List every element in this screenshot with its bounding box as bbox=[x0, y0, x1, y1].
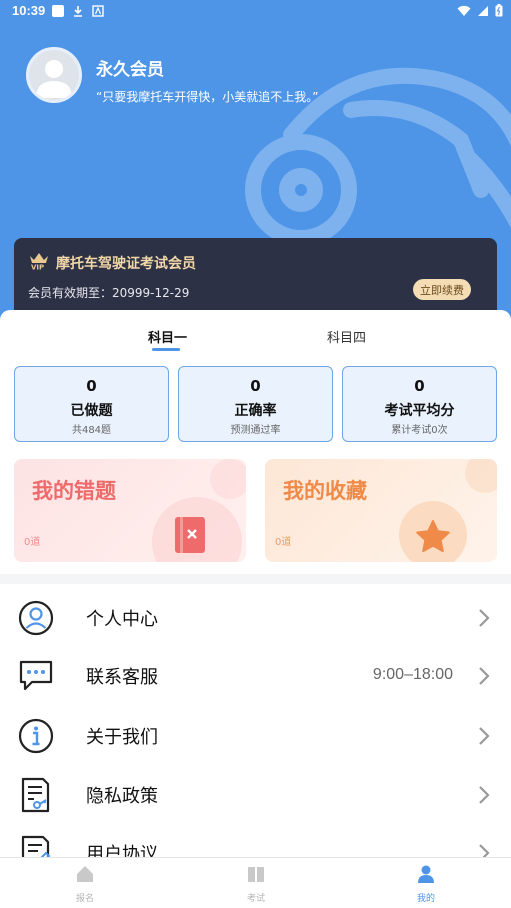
info-icon bbox=[18, 718, 54, 754]
chat-bubble-icon bbox=[19, 660, 53, 691]
nav-label: 我的 bbox=[416, 894, 435, 904]
menu-label: 关于我们 bbox=[86, 727, 158, 748]
active-tab-indicator bbox=[152, 348, 180, 351]
app-notification-icon bbox=[92, 5, 104, 17]
battery-icon bbox=[495, 4, 503, 17]
chevron-right-icon bbox=[479, 609, 490, 627]
favorites-title: 我的收藏 bbox=[283, 479, 367, 503]
menu-label: 联系客服 bbox=[86, 667, 158, 688]
chevron-right-icon bbox=[479, 786, 490, 804]
status-time: 10:39 bbox=[12, 3, 46, 18]
avatar[interactable] bbox=[26, 47, 82, 103]
nav-item-exam[interactable]: 考试 bbox=[226, 864, 286, 904]
stat-label: 已做题 bbox=[70, 403, 113, 419]
stat-value: 0 bbox=[414, 377, 425, 395]
star-icon bbox=[416, 520, 450, 553]
svg-text:VIP: VIP bbox=[31, 264, 44, 271]
chevron-right-icon bbox=[479, 667, 490, 685]
menu-label: 隐私政策 bbox=[86, 786, 158, 807]
chevron-right-icon bbox=[479, 727, 490, 745]
stat-label: 考试平均分 bbox=[384, 403, 455, 419]
nav-item-register[interactable]: 报名 bbox=[55, 864, 115, 904]
nav-item-mine[interactable]: 我的 bbox=[396, 864, 456, 904]
tab-subject-one[interactable]: 科目一 bbox=[148, 327, 187, 346]
stat-subtext: 预测通过率 bbox=[230, 425, 281, 436]
vip-title: 摩托车驾驶证考试会员 bbox=[56, 256, 196, 272]
default-avatar-icon bbox=[29, 50, 79, 100]
notification-square-icon bbox=[52, 5, 64, 17]
stat-subtext: 共484题 bbox=[71, 425, 112, 436]
wifi-icon bbox=[457, 5, 471, 16]
menu-item-privacy-policy[interactable]: 隐私政策 bbox=[0, 764, 511, 824]
study-panel: 科目一 科目四 0 已做题 共484题 0 正确率 预测通过率 0 考试平均分 … bbox=[0, 310, 511, 580]
stat-average-score[interactable]: 0 考试平均分 累计考试0次 bbox=[342, 366, 497, 442]
tab-subject-four[interactable]: 科目四 bbox=[327, 327, 366, 346]
stat-subtext: 累计考试0次 bbox=[391, 425, 448, 436]
stat-answered[interactable]: 0 已做题 共484题 bbox=[14, 366, 169, 442]
profile-header: 10:39 永久会员 “只要我摩托车开得快，小美就追不上我。” VIP 摩托车驾… bbox=[0, 0, 511, 320]
decor-bubble bbox=[465, 459, 497, 493]
home-icon bbox=[77, 866, 93, 882]
stat-label: 正确率 bbox=[234, 403, 277, 419]
favorites-count: 0道 bbox=[275, 537, 292, 548]
book-icon bbox=[248, 867, 264, 882]
wrong-book-icon bbox=[175, 517, 205, 553]
stat-accuracy[interactable]: 0 正确率 预测通过率 bbox=[178, 366, 333, 442]
nav-label: 报名 bbox=[75, 894, 94, 904]
bottom-nav: 报名 考试 我的 bbox=[0, 857, 511, 908]
document-key-icon bbox=[21, 777, 50, 813]
stat-value: 0 bbox=[86, 377, 97, 395]
person-icon bbox=[418, 865, 434, 883]
signal-icon bbox=[478, 5, 488, 16]
menu-item-personal-center[interactable]: 个人中心 bbox=[0, 587, 511, 647]
menu-label: 个人中心 bbox=[86, 609, 158, 630]
vip-membership-card: VIP 摩托车驾驶证考试会员 会员有效期至：20999-12-29 立即续费 bbox=[14, 238, 497, 316]
menu-item-customer-service[interactable]: 联系客服 9:00–18:00 bbox=[0, 645, 511, 705]
renew-button[interactable]: 立即续费 bbox=[413, 279, 471, 300]
username: 永久会员 bbox=[96, 60, 164, 80]
favorites-card[interactable]: 我的收藏 0道 bbox=[265, 459, 497, 562]
nav-label: 考试 bbox=[246, 894, 265, 904]
notification-icons bbox=[52, 5, 104, 17]
user-slogan: “只要我摩托车开得快，小美就追不上我。” bbox=[96, 90, 319, 104]
stat-value: 0 bbox=[250, 377, 261, 395]
wrong-questions-count: 0道 bbox=[24, 537, 41, 548]
menu-item-about-us[interactable]: 关于我们 bbox=[0, 705, 511, 765]
decor-bubble bbox=[210, 459, 246, 499]
wrong-questions-card[interactable]: 我的错题 0道 bbox=[14, 459, 246, 562]
service-hours: 9:00–18:00 bbox=[372, 666, 453, 683]
vip-expire-date: 会员有效期至：20999-12-29 bbox=[28, 286, 190, 300]
section-divider bbox=[0, 574, 511, 584]
download-icon bbox=[74, 6, 82, 17]
system-icons bbox=[457, 4, 503, 17]
status-bar: 10:39 bbox=[0, 0, 511, 24]
vip-crown-icon: VIP bbox=[30, 253, 48, 271]
wrong-questions-title: 我的错题 bbox=[32, 479, 116, 503]
motorcycle-decoration-icon bbox=[245, 67, 511, 246]
user-circle-icon bbox=[18, 600, 54, 636]
